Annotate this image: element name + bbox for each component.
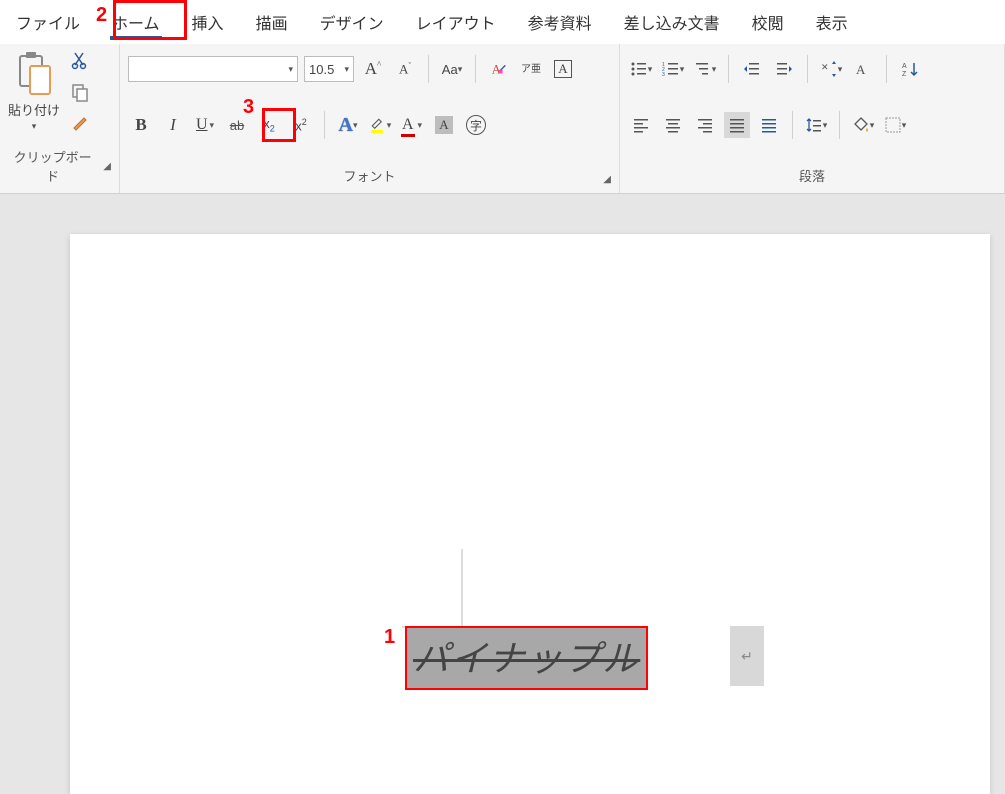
svg-text:3: 3 bbox=[662, 72, 665, 78]
paste-label: 貼り付け bbox=[8, 100, 60, 119]
svg-text:✕: ✕ bbox=[821, 62, 829, 72]
tab-design[interactable]: デザイン bbox=[304, 0, 400, 44]
tab-insert[interactable]: 挿入 bbox=[176, 0, 240, 44]
callout-number-3: 3 bbox=[243, 96, 254, 119]
numbering-button[interactable]: 123▾ bbox=[660, 56, 686, 82]
group-clipboard: 貼り付け ▾ クリップボード ◢ bbox=[0, 44, 120, 193]
justify-button[interactable] bbox=[724, 112, 750, 138]
clear-formatting-button[interactable]: A bbox=[486, 56, 512, 82]
font-size-value: 10.5 bbox=[309, 62, 334, 77]
multilevel-list-button[interactable]: ▾ bbox=[692, 56, 718, 82]
shading-button[interactable]: ▾ bbox=[850, 112, 876, 138]
superscript-button[interactable]: x2 bbox=[288, 112, 314, 138]
tab-view[interactable]: 表示 bbox=[800, 0, 864, 44]
group-font: ▾ 10.5 ▾ A^ Aˇ Aa▾ A ア亜 A B I U▾ ab x2 x… bbox=[120, 44, 620, 193]
bullets-button[interactable]: ▾ bbox=[628, 56, 654, 82]
underline-button[interactable]: U▾ bbox=[192, 112, 218, 138]
svg-text:A: A bbox=[902, 63, 907, 70]
char-border-button[interactable]: A bbox=[550, 56, 576, 82]
tab-references[interactable]: 参考資料 bbox=[512, 0, 608, 44]
font-launcher-icon[interactable]: ◢ bbox=[603, 174, 611, 185]
svg-text:Z: Z bbox=[902, 71, 907, 78]
align-left-button[interactable] bbox=[628, 112, 654, 138]
line-spacing-button[interactable]: ▾ bbox=[803, 112, 829, 138]
format-painter-button[interactable] bbox=[70, 114, 90, 134]
tab-file[interactable]: ファイル bbox=[0, 0, 96, 44]
svg-text:A: A bbox=[856, 62, 866, 77]
document-area: パイナップル ↵ bbox=[0, 194, 1005, 794]
selected-text[interactable]: パイナップル bbox=[405, 626, 648, 690]
subscript-button[interactable]: x2 bbox=[256, 112, 282, 138]
group-font-label: フォント bbox=[343, 166, 395, 185]
tab-draw[interactable]: 描画 bbox=[240, 0, 304, 44]
sort-button[interactable]: AZ bbox=[897, 56, 923, 82]
increase-indent-button[interactable] bbox=[771, 56, 797, 82]
change-case-button[interactable]: Aa▾ bbox=[439, 56, 465, 82]
group-paragraph: ▾ 123▾ ▾ ✕▾ A AZ ▾ ▾ ▾ 段落 bbox=[620, 44, 1005, 193]
tab-home-label: ホーム bbox=[112, 16, 160, 33]
text-direction-button[interactable]: ✕▾ bbox=[818, 56, 844, 82]
text-effects-button[interactable]: A▾ bbox=[335, 112, 361, 138]
font-size-dropdown-icon: ▾ bbox=[344, 64, 349, 75]
paste-button[interactable]: 貼り付け ▾ bbox=[8, 50, 60, 132]
tab-layout[interactable]: レイアウト bbox=[400, 0, 512, 44]
tab-mailings[interactable]: 差し込み文書 bbox=[608, 0, 736, 44]
svg-text:A: A bbox=[492, 63, 501, 77]
shrink-font-button[interactable]: Aˇ bbox=[392, 56, 418, 82]
callout-number-2: 2 bbox=[96, 4, 107, 27]
align-right-button[interactable] bbox=[692, 112, 718, 138]
group-paragraph-label: 段落 bbox=[799, 166, 825, 185]
paste-icon bbox=[14, 50, 54, 98]
copy-button[interactable] bbox=[70, 82, 90, 102]
tab-review[interactable]: 校閲 bbox=[736, 0, 800, 44]
enclose-char-button[interactable]: 字 bbox=[463, 112, 489, 138]
group-clipboard-label: クリップボード bbox=[8, 147, 97, 185]
font-name-dropdown-icon: ▾ bbox=[288, 64, 293, 75]
grow-font-button[interactable]: A^ bbox=[360, 56, 386, 82]
paste-dropdown-icon: ▾ bbox=[32, 121, 37, 132]
align-center-button[interactable] bbox=[660, 112, 686, 138]
tab-home[interactable]: ホーム bbox=[96, 0, 176, 44]
paragraph-mark: ↵ bbox=[730, 626, 764, 686]
italic-button[interactable]: I bbox=[160, 112, 186, 138]
font-color-button[interactable]: A▾ bbox=[399, 112, 425, 138]
tab-home-underline bbox=[110, 36, 162, 40]
decrease-indent-button[interactable] bbox=[739, 56, 765, 82]
menu-bar: ファイル ホーム 挿入 描画 デザイン レイアウト 参考資料 差し込み文書 校閲… bbox=[0, 0, 1005, 44]
bold-button[interactable]: B bbox=[128, 112, 154, 138]
highlight-button[interactable]: ▾ bbox=[367, 112, 393, 138]
page[interactable]: パイナップル ↵ bbox=[70, 234, 990, 794]
ribbon: 貼り付け ▾ クリップボード ◢ ▾ bbox=[0, 44, 1005, 194]
cut-button[interactable] bbox=[70, 50, 90, 70]
borders-button[interactable]: ▾ bbox=[882, 112, 908, 138]
callout-number-1: 1 bbox=[384, 626, 395, 649]
font-size-combo[interactable]: 10.5 ▾ bbox=[304, 56, 354, 82]
font-name-combo[interactable]: ▾ bbox=[128, 56, 298, 82]
phonetic-guide-button[interactable]: ア亜 bbox=[518, 56, 544, 82]
clipboard-launcher-icon[interactable]: ◢ bbox=[103, 161, 111, 172]
distribute-button[interactable] bbox=[756, 112, 782, 138]
char-shading-button[interactable]: A bbox=[431, 112, 457, 138]
asian-layout-button[interactable]: A bbox=[850, 56, 876, 82]
